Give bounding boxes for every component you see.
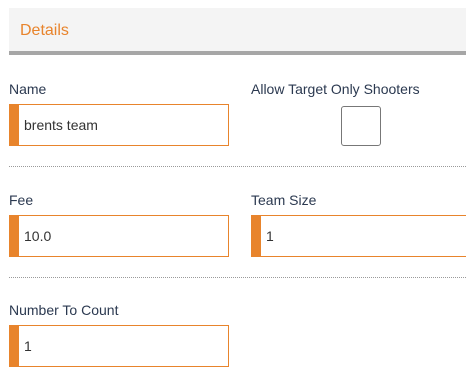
name-label: Name: [9, 81, 47, 97]
fee-input[interactable]: [24, 227, 214, 245]
number-to-count-input[interactable]: [24, 337, 214, 355]
divider: [9, 166, 466, 167]
team-size-label: Team Size: [251, 192, 317, 208]
team-size-input[interactable]: [266, 227, 456, 245]
allow-target-only-label: Allow Target Only Shooters: [251, 81, 420, 97]
team-size-field[interactable]: [251, 215, 466, 257]
allow-target-only-checkbox[interactable]: [341, 106, 381, 146]
fee-field[interactable]: [9, 215, 229, 257]
name-field[interactable]: [9, 104, 229, 146]
details-header: Details: [9, 8, 466, 55]
divider: [9, 277, 466, 278]
fee-label: Fee: [9, 192, 34, 208]
details-title: Details: [20, 22, 69, 39]
number-to-count-field[interactable]: [9, 325, 229, 367]
name-input[interactable]: [24, 116, 214, 134]
number-to-count-label: Number To Count: [9, 302, 119, 318]
